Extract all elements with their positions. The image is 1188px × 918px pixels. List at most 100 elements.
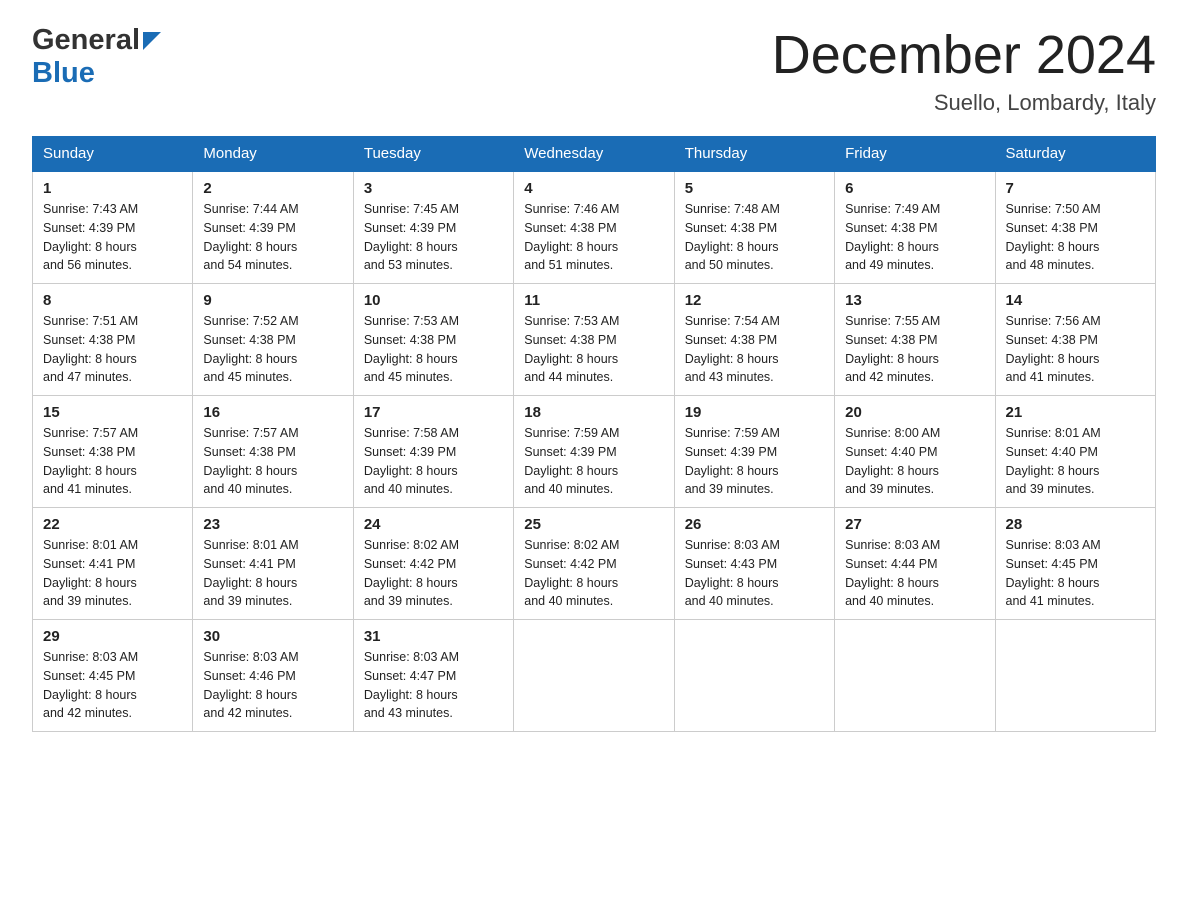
- calendar-day-cell: 24 Sunrise: 8:02 AMSunset: 4:42 PMDayligh…: [353, 508, 513, 620]
- calendar-week-row: 15 Sunrise: 7:57 AMSunset: 4:38 PMDayligh…: [33, 396, 1156, 508]
- day-number: 26: [685, 516, 824, 533]
- calendar-day-cell: 21Sunrise: 8:01 AMSunset: 4:40 PMDayligh…: [995, 396, 1155, 508]
- day-number: 17: [364, 404, 503, 421]
- day-info: Sunrise: 7:59 AMSunset: 4:39 PMDaylight:…: [685, 424, 824, 499]
- calendar-week-row: 1Sunrise: 7:43 AMSunset: 4:39 PMDaylight…: [33, 171, 1156, 284]
- day-info: Sunrise: 7:52 AMSunset: 4:38 PMDaylight:…: [203, 312, 342, 387]
- month-title: December 2024: [772, 24, 1156, 86]
- calendar-day-cell: 11 Sunrise: 7:53 AMSunset: 4:38 PMDayligh…: [514, 284, 674, 396]
- calendar-day-cell: 22 Sunrise: 8:01 AMSunset: 4:41 PMDayligh…: [33, 508, 193, 620]
- calendar-day-cell: 15 Sunrise: 7:57 AMSunset: 4:38 PMDayligh…: [33, 396, 193, 508]
- calendar-day-cell: 13 Sunrise: 7:55 AMSunset: 4:38 PMDayligh…: [835, 284, 995, 396]
- day-info: Sunrise: 7:55 AMSunset: 4:38 PMDaylight:…: [845, 312, 984, 387]
- logo-blue-text: Blue: [32, 57, 95, 89]
- day-number: 19: [685, 404, 824, 421]
- day-number: 16: [203, 404, 342, 421]
- calendar-table: Sunday Monday Tuesday Wednesday Thursday…: [32, 136, 1156, 732]
- calendar-header-row: Sunday Monday Tuesday Wednesday Thursday…: [33, 137, 1156, 172]
- location-text: Suello, Lombardy, Italy: [772, 90, 1156, 116]
- calendar-day-cell: 30 Sunrise: 8:03 AMSunset: 4:46 PMDayligh…: [193, 620, 353, 732]
- title-block: December 2024 Suello, Lombardy, Italy: [772, 24, 1156, 116]
- day-info: Sunrise: 7:51 AMSunset: 4:38 PMDaylight:…: [43, 312, 182, 387]
- calendar-day-cell: 4 Sunrise: 7:46 AMSunset: 4:38 PMDaylight…: [514, 171, 674, 284]
- calendar-day-cell: 16 Sunrise: 7:57 AMSunset: 4:38 PMDayligh…: [193, 396, 353, 508]
- calendar-day-cell: 25 Sunrise: 8:02 AMSunset: 4:42 PMDayligh…: [514, 508, 674, 620]
- col-tuesday: Tuesday: [353, 137, 513, 172]
- calendar-day-cell: 29 Sunrise: 8:03 AMSunset: 4:45 PMDayligh…: [33, 620, 193, 732]
- calendar-day-cell: 19 Sunrise: 7:59 AMSunset: 4:39 PMDayligh…: [674, 396, 834, 508]
- calendar-day-cell: 5Sunrise: 7:48 AMSunset: 4:38 PMDaylight…: [674, 171, 834, 284]
- day-info: Sunrise: 7:50 AMSunset: 4:38 PMDaylight:…: [1006, 200, 1145, 275]
- day-info: Sunrise: 8:03 AMSunset: 4:45 PMDaylight:…: [1006, 536, 1145, 611]
- day-info: Sunrise: 7:59 AMSunset: 4:39 PMDaylight:…: [524, 424, 663, 499]
- day-number: 25: [524, 516, 663, 533]
- day-number: 8: [43, 292, 182, 309]
- day-info: Sunrise: 8:03 AMSunset: 4:47 PMDaylight:…: [364, 648, 503, 723]
- day-number: 24: [364, 516, 503, 533]
- day-number: 21: [1006, 404, 1145, 421]
- day-info: Sunrise: 8:03 AMSunset: 4:43 PMDaylight:…: [685, 536, 824, 611]
- day-info: Sunrise: 8:01 AMSunset: 4:41 PMDaylight:…: [43, 536, 182, 611]
- day-number: 22: [43, 516, 182, 533]
- page-header: General Blue December 2024 Suello, Lomba…: [32, 24, 1156, 116]
- day-number: 12: [685, 292, 824, 309]
- day-number: 14: [1006, 292, 1145, 309]
- day-info: Sunrise: 7:46 AMSunset: 4:38 PMDaylight:…: [524, 200, 663, 275]
- day-info: Sunrise: 7:57 AMSunset: 4:38 PMDaylight:…: [203, 424, 342, 499]
- day-number: 27: [845, 516, 984, 533]
- day-number: 18: [524, 404, 663, 421]
- calendar-week-row: 29 Sunrise: 8:03 AMSunset: 4:45 PMDayligh…: [33, 620, 1156, 732]
- day-info: Sunrise: 8:03 AMSunset: 4:46 PMDaylight:…: [203, 648, 342, 723]
- col-monday: Monday: [193, 137, 353, 172]
- day-info: Sunrise: 7:49 AMSunset: 4:38 PMDaylight:…: [845, 200, 984, 275]
- calendar-day-cell: 9 Sunrise: 7:52 AMSunset: 4:38 PMDaylight…: [193, 284, 353, 396]
- day-info: Sunrise: 8:02 AMSunset: 4:42 PMDaylight:…: [524, 536, 663, 611]
- col-sunday: Sunday: [33, 137, 193, 172]
- col-thursday: Thursday: [674, 137, 834, 172]
- day-number: 29: [43, 628, 182, 645]
- day-number: 5: [685, 180, 824, 197]
- day-info: Sunrise: 8:01 AMSunset: 4:41 PMDaylight:…: [203, 536, 342, 611]
- calendar-day-cell: 28 Sunrise: 8:03 AMSunset: 4:45 PMDayligh…: [995, 508, 1155, 620]
- logo: General Blue: [32, 24, 161, 90]
- day-number: 13: [845, 292, 984, 309]
- calendar-day-cell: 8 Sunrise: 7:51 AMSunset: 4:38 PMDaylight…: [33, 284, 193, 396]
- col-friday: Friday: [835, 137, 995, 172]
- day-info: Sunrise: 7:53 AMSunset: 4:38 PMDaylight:…: [524, 312, 663, 387]
- day-info: Sunrise: 8:02 AMSunset: 4:42 PMDaylight:…: [364, 536, 503, 611]
- day-info: Sunrise: 8:03 AMSunset: 4:45 PMDaylight:…: [43, 648, 182, 723]
- day-number: 10: [364, 292, 503, 309]
- calendar-day-cell: 20 Sunrise: 8:00 AMSunset: 4:40 PMDayligh…: [835, 396, 995, 508]
- day-number: 4: [524, 180, 663, 197]
- day-info: Sunrise: 7:57 AMSunset: 4:38 PMDaylight:…: [43, 424, 182, 499]
- calendar-day-cell: 23Sunrise: 8:01 AMSunset: 4:41 PMDayligh…: [193, 508, 353, 620]
- day-number: 28: [1006, 516, 1145, 533]
- calendar-day-cell: [674, 620, 834, 732]
- logo-general-text: General: [32, 24, 140, 57]
- col-wednesday: Wednesday: [514, 137, 674, 172]
- day-info: Sunrise: 7:43 AMSunset: 4:39 PMDaylight:…: [43, 200, 182, 275]
- day-info: Sunrise: 7:56 AMSunset: 4:38 PMDaylight:…: [1006, 312, 1145, 387]
- day-number: 9: [203, 292, 342, 309]
- day-number: 3: [364, 180, 503, 197]
- day-number: 7: [1006, 180, 1145, 197]
- day-number: 11: [524, 292, 663, 309]
- calendar-day-cell: 27Sunrise: 8:03 AMSunset: 4:44 PMDayligh…: [835, 508, 995, 620]
- calendar-day-cell: 7 Sunrise: 7:50 AMSunset: 4:38 PMDaylight…: [995, 171, 1155, 284]
- day-number: 20: [845, 404, 984, 421]
- day-info: Sunrise: 7:45 AMSunset: 4:39 PMDaylight:…: [364, 200, 503, 275]
- calendar-day-cell: [514, 620, 674, 732]
- calendar-day-cell: 14 Sunrise: 7:56 AMSunset: 4:38 PMDayligh…: [995, 284, 1155, 396]
- day-info: Sunrise: 7:53 AMSunset: 4:38 PMDaylight:…: [364, 312, 503, 387]
- day-info: Sunrise: 7:54 AMSunset: 4:38 PMDaylight:…: [685, 312, 824, 387]
- day-info: Sunrise: 8:00 AMSunset: 4:40 PMDaylight:…: [845, 424, 984, 499]
- calendar-day-cell: 10 Sunrise: 7:53 AMSunset: 4:38 PMDayligh…: [353, 284, 513, 396]
- calendar-day-cell: 6 Sunrise: 7:49 AMSunset: 4:38 PMDaylight…: [835, 171, 995, 284]
- day-info: Sunrise: 7:44 AMSunset: 4:39 PMDaylight:…: [203, 200, 342, 275]
- day-number: 6: [845, 180, 984, 197]
- calendar-day-cell: 12 Sunrise: 7:54 AMSunset: 4:38 PMDayligh…: [674, 284, 834, 396]
- calendar-day-cell: [995, 620, 1155, 732]
- day-number: 30: [203, 628, 342, 645]
- calendar-day-cell: 3 Sunrise: 7:45 AMSunset: 4:39 PMDaylight…: [353, 171, 513, 284]
- day-number: 15: [43, 404, 182, 421]
